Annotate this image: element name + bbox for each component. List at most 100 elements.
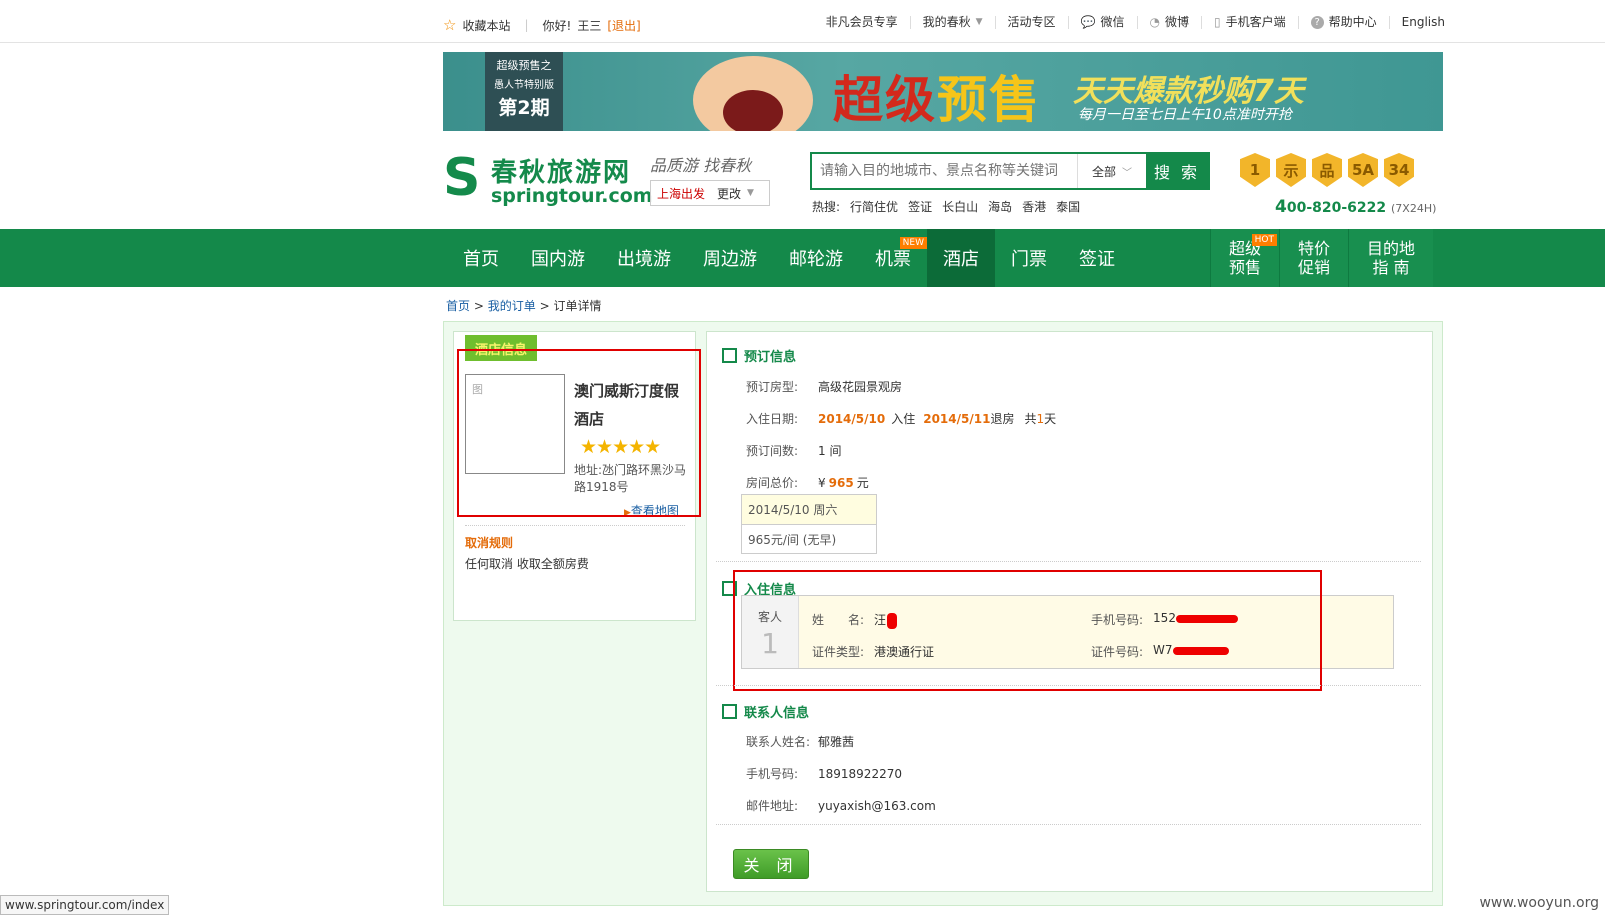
divider: | — [524, 18, 529, 32]
weibo-link[interactable]: ◔ 微博 — [1138, 16, 1203, 29]
mobile-app-link[interactable]: ▯ 手机客户端 — [1202, 16, 1299, 29]
contact-email-value: yuyaxish@163.com — [818, 798, 936, 813]
nav-item-hotel[interactable]: 酒店 — [927, 229, 995, 287]
divider — [716, 685, 1421, 686]
nav-item-nearby[interactable]: 周边游 — [687, 229, 773, 287]
credential-badges: 1 示 品 5A 34 — [1240, 153, 1414, 187]
hot-term[interactable]: 签证 — [908, 198, 932, 215]
english-link[interactable]: English — [1390, 16, 1445, 29]
search-bar: 全部 ﹀ 搜 索 — [810, 152, 1210, 190]
mobile-app-label: 手机客户端 — [1225, 15, 1286, 29]
bookmark-link[interactable]: 收藏本站 — [462, 17, 510, 34]
room-type-value: 高级花园景观房 — [818, 380, 903, 394]
nav-item-presale[interactable]: 超级 预售 HOT — [1210, 229, 1279, 287]
logo-cn: 春秋旅游网 — [491, 158, 632, 188]
vip-link[interactable]: 非凡会员专享 — [814, 16, 911, 29]
contact-email-label: 邮件地址: — [746, 799, 799, 813]
new-badge: NEW — [899, 237, 927, 249]
nav-item-label: 酒店 — [943, 249, 979, 270]
chevron-down-icon: ▼ — [747, 188, 754, 198]
divider — [716, 561, 1421, 562]
close-button[interactable]: 关 闭 — [733, 849, 809, 879]
hotline-number: 00-820-6222 — [1286, 200, 1387, 216]
hotline-prefix: 4 — [1275, 197, 1287, 217]
search-scope-label: 全部 — [1091, 164, 1116, 179]
total-price-label: 房间总价: — [746, 476, 799, 490]
wechat-label: 微信 — [1100, 15, 1125, 29]
nav-item-visa[interactable]: 签证 — [1063, 229, 1131, 287]
hotline-note: (7X24H) — [1391, 202, 1437, 215]
daily-price-table: 2014/5/10 周六 965元/间 (无早) — [741, 494, 877, 554]
contact-mobile-row: 手机号码: 18918922270 — [746, 765, 902, 782]
breadcrumb-sep: > — [473, 299, 484, 313]
total-price-row: 房间总价: ¥ 965 元 — [746, 474, 869, 491]
main-nav: 首页 国内游 出境游 周边游 邮轮游 机票 NEW 酒店 门票 签证 超级 预售 HO… — [0, 229, 1605, 287]
slogan: 品质游 找春秋 — [650, 156, 752, 175]
top-bar: ☆ 收藏本站 | 你好! 王三 [退出] 非凡会员专享 我的春秋 ▼ 活动专区 💬… — [0, 0, 1605, 43]
hot-term[interactable]: 泰国 — [1056, 198, 1080, 215]
nav-item-deals[interactable]: 特价 促销 — [1279, 229, 1348, 287]
nav-item-home[interactable]: 首页 — [443, 229, 515, 287]
booking-section-title: 预订信息 — [744, 350, 797, 365]
hot-term[interactable]: 行简住优 — [850, 198, 898, 215]
highlight-box — [457, 349, 701, 517]
search-input[interactable] — [812, 154, 1077, 188]
banner-headline: 超级预售 — [833, 60, 1041, 131]
hot-term[interactable]: 海岛 — [988, 198, 1012, 215]
chevron-down-icon: ▼ — [975, 17, 983, 27]
search-button[interactable]: 搜 索 — [1146, 154, 1208, 188]
shield-badge-icon[interactable]: 品 — [1312, 153, 1342, 187]
nav-item-label: 出境游 — [617, 249, 671, 270]
nav-item-outbound[interactable]: 出境游 — [601, 229, 687, 287]
total-price-value: 965 — [828, 475, 854, 490]
checkin-word: 入住 — [891, 412, 916, 426]
nav-item-label: 目的地 — [1366, 239, 1415, 258]
nav-item-domestic[interactable]: 国内游 — [515, 229, 601, 287]
breadcrumb-current: 订单详情 — [553, 299, 602, 313]
hot-term[interactable]: 长白山 — [942, 198, 978, 215]
breadcrumb-home[interactable]: 首页 — [446, 299, 470, 313]
contact-name-row: 联系人姓名: 郁雅茜 — [746, 733, 854, 750]
site-logo[interactable]: S 春秋旅游网 springtour.com — [443, 147, 653, 208]
promo-banner[interactable]: 超级预售之 愚人节特别版 第2期 超级预售 天天爆款秒购7天 每月一日至七日上午… — [443, 52, 1443, 131]
breadcrumb-orders[interactable]: 我的订单 — [488, 299, 536, 313]
departure-city-selector[interactable]: 上海出发 更改 ▼ — [650, 180, 770, 206]
username-link[interactable]: 王三 — [577, 17, 601, 34]
shield-badge-icon[interactable]: 示 — [1276, 153, 1306, 187]
banner-subtext: 每月一日至七日上午10点准时开抢 — [1078, 107, 1292, 123]
nav-item-flights[interactable]: 机票 NEW — [859, 229, 927, 287]
room-type-row: 预订房型: 高级花园景观房 — [746, 378, 902, 395]
contact-mobile-value: 18918922270 — [818, 766, 902, 781]
banner-tag-line2: 愚人节特别版 — [494, 80, 554, 91]
vip-link-label: 非凡会员专享 — [825, 15, 898, 29]
wechat-link[interactable]: 💬 微信 — [1069, 16, 1138, 29]
logout-link[interactable]: [退出] — [607, 17, 640, 34]
nav-item-tickets[interactable]: 门票 — [995, 229, 1063, 287]
nav-item-label: 首页 — [463, 249, 499, 270]
nav-item-guide[interactable]: 目的地指 南 — [1348, 229, 1433, 287]
search-scope-select[interactable]: 全部 ﹀ — [1077, 154, 1146, 188]
nav-item-label: 预售 — [1228, 258, 1261, 277]
shield-badge-icon[interactable]: 1 — [1240, 153, 1270, 187]
nav-item-label: 签证 — [1079, 249, 1115, 270]
banner-headline-b: 预售 — [937, 71, 1041, 129]
shield-badge-icon[interactable]: 5A — [1348, 153, 1378, 187]
change-city-link[interactable]: 更改 — [711, 185, 741, 202]
banner-cartoon-mouth — [723, 90, 783, 131]
my-springtour-menu[interactable]: 我的春秋 ▼ — [911, 16, 996, 29]
shield-badge-icon[interactable]: 34 — [1384, 153, 1414, 187]
contact-name-value: 郁雅茜 — [818, 735, 855, 749]
contact-section-title: 联系人信息 — [744, 706, 810, 721]
star-icon[interactable]: ☆ — [443, 16, 456, 34]
nav-item-label: 周边游 — [703, 249, 757, 270]
hot-term[interactable]: 香港 — [1022, 198, 1046, 215]
contact-name-label: 联系人姓名: — [746, 735, 811, 749]
departure-city: 上海出发 — [657, 186, 706, 201]
events-link[interactable]: 活动专区 — [996, 16, 1069, 29]
logo-icon: S — [443, 147, 481, 208]
nav-item-label: 促销 — [1297, 258, 1330, 277]
help-link[interactable]: ? 帮助中心 — [1299, 16, 1390, 29]
nav-item-cruise[interactable]: 邮轮游 — [773, 229, 859, 287]
browser-status-bar: www.springtour.com/index — [0, 895, 170, 915]
greeting-text: 你好! — [542, 18, 572, 33]
